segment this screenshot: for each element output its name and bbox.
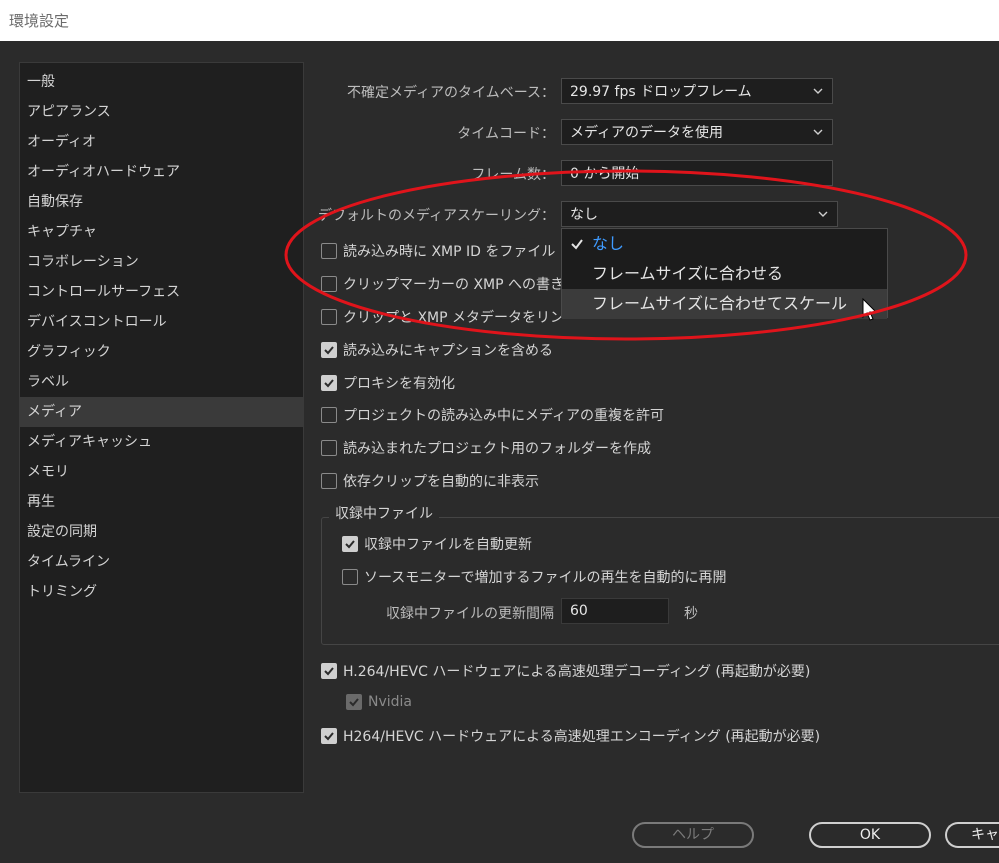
sidebar-item-control-surface[interactable]: コントロールサーフェス bbox=[20, 277, 303, 307]
frame-count-label: フレーム数： bbox=[471, 167, 555, 183]
checkbox-label: 収録中ファイルを自動更新 bbox=[364, 537, 532, 553]
sidebar-item-collaboration[interactable]: コラボレーション bbox=[20, 247, 303, 277]
chevron-down-icon bbox=[818, 211, 828, 217]
checkbox[interactable] bbox=[321, 440, 337, 456]
sidebar-item-media-cache[interactable]: メディアキャッシュ bbox=[20, 427, 303, 457]
sidebar-item-audio-hardware[interactable]: オーディオハードウェア bbox=[20, 157, 303, 187]
refresh-interval-label: 収録中ファイルの更新間隔 bbox=[386, 606, 554, 622]
checkmark-icon bbox=[324, 732, 334, 741]
sidebar-item-trimming[interactable]: トリミング bbox=[20, 577, 303, 607]
checkbox-label: ソースモニターで増加するファイルの再生を自動的に再開 bbox=[364, 570, 727, 586]
checkmark-icon bbox=[324, 667, 334, 676]
sidebar-item-audio[interactable]: オーディオ bbox=[20, 127, 303, 157]
chevron-down-icon bbox=[813, 88, 823, 94]
sidebar-item-auto-save[interactable]: 自動保存 bbox=[20, 187, 303, 217]
refresh-interval-input[interactable]: 60 bbox=[561, 598, 669, 624]
allow-duplicate-media-checkbox-row[interactable]: プロジェクトの読み込み中にメディアの重複を許可 bbox=[321, 405, 664, 425]
hw-encode-checkbox-row[interactable]: H264/HEVC ハードウェアによる高速処理エンコーディング (再起動が必要) bbox=[321, 726, 820, 746]
nvidia-checkbox-row: Nvidia bbox=[346, 694, 412, 710]
sidebar-item-memory[interactable]: メモリ bbox=[20, 457, 303, 487]
checkmark-icon bbox=[324, 379, 334, 388]
checkmark-icon bbox=[349, 698, 359, 707]
checkbox[interactable] bbox=[321, 663, 337, 679]
checkbox bbox=[346, 694, 362, 710]
sidebar-item-labels[interactable]: ラベル bbox=[20, 367, 303, 397]
checkbox-label: 読み込み時に XMP ID をファイル bbox=[343, 244, 556, 260]
clip-xmp-link-checkbox-row[interactable]: クリップと XMP メタデータをリン bbox=[321, 307, 564, 327]
checkbox[interactable] bbox=[321, 728, 337, 744]
checkbox-label: 依存クリップを自動的に非表示 bbox=[343, 474, 539, 490]
scaling-label: デフォルトのメディアスケーリング： bbox=[317, 208, 555, 224]
checkbox[interactable] bbox=[321, 473, 337, 489]
xmp-id-checkbox-row[interactable]: 読み込み時に XMP ID をファイル bbox=[321, 241, 555, 261]
hide-dependent-clips-checkbox-row[interactable]: 依存クリップを自動的に非表示 bbox=[321, 471, 539, 491]
option-label: フレームサイズに合わせてスケール bbox=[592, 294, 848, 313]
checkmark-icon bbox=[324, 346, 334, 355]
sidebar-item-general[interactable]: 一般 bbox=[20, 67, 303, 97]
scaling-option-scale-frame[interactable]: フレームサイズに合わせてスケール bbox=[562, 289, 887, 319]
sidebar-item-capture[interactable]: キャプチャ bbox=[20, 217, 303, 247]
option-label: なし bbox=[592, 234, 625, 253]
hw-decode-checkbox-row[interactable]: H.264/HEVC ハードウェアによる高速処理デコーディング (再起動が必要) bbox=[321, 661, 810, 681]
auto-refresh-checkbox-row[interactable]: 収録中ファイルを自動更新 bbox=[342, 534, 532, 554]
checkbox-label: 読み込みにキャプションを含める bbox=[343, 343, 553, 359]
scaling-dropdown-menu: なし フレームサイズに合わせる フレームサイズに合わせてスケール bbox=[561, 228, 888, 319]
checkbox-label: Nvidia bbox=[368, 694, 413, 710]
sidebar-item-graphics[interactable]: グラフィック bbox=[20, 337, 303, 367]
scaling-option-none[interactable]: なし bbox=[562, 229, 887, 259]
checkbox-label: プロジェクトの読み込み中にメディアの重複を許可 bbox=[343, 408, 665, 424]
clip-marker-xmp-checkbox-row[interactable]: クリップマーカーの XMP への書き bbox=[321, 274, 564, 294]
checkbox[interactable] bbox=[321, 407, 337, 423]
checkbox[interactable] bbox=[321, 375, 337, 391]
checkbox[interactable] bbox=[342, 536, 358, 552]
cancel-button[interactable]: キャ bbox=[945, 822, 999, 848]
timebase-value: 29.97 fps ドロップフレーム bbox=[570, 84, 752, 100]
sidebar-item-timeline[interactable]: タイムライン bbox=[20, 547, 303, 577]
mouse-cursor-icon bbox=[862, 298, 878, 321]
checkbox-label: H264/HEVC ハードウェアによる高速処理エンコーディング (再起動が必要) bbox=[343, 729, 821, 745]
frame-count-value: 0 から開始 bbox=[570, 166, 640, 182]
timecode-label: タイムコード： bbox=[457, 126, 555, 142]
checkbox-label: クリップと XMP メタデータをリン bbox=[343, 310, 565, 326]
checkbox[interactable] bbox=[321, 309, 337, 325]
include-captions-checkbox-row[interactable]: 読み込みにキャプションを含める bbox=[321, 340, 553, 360]
option-label: フレームサイズに合わせる bbox=[592, 264, 784, 283]
sidebar-item-media[interactable]: メディア bbox=[20, 397, 303, 427]
scaling-value: なし bbox=[570, 207, 598, 223]
refresh-interval-unit: 秒 bbox=[684, 606, 698, 622]
sidebar-item-sync-settings[interactable]: 設定の同期 bbox=[20, 517, 303, 547]
checkmark-icon bbox=[345, 540, 355, 549]
frame-count-select[interactable]: 0 から開始 bbox=[561, 160, 833, 186]
checkbox[interactable] bbox=[321, 243, 337, 259]
timecode-select[interactable]: メディアのデータを使用 bbox=[561, 119, 833, 145]
resume-playback-checkbox-row[interactable]: ソースモニターで増加するファイルの再生を自動的に再開 bbox=[342, 567, 726, 587]
checkbox[interactable] bbox=[321, 276, 337, 292]
timebase-label: 不確定メディアのタイムベース： bbox=[346, 85, 555, 101]
timebase-select[interactable]: 29.97 fps ドロップフレーム bbox=[561, 78, 833, 104]
chevron-down-icon bbox=[813, 129, 823, 135]
window-title: 環境設定 bbox=[9, 12, 70, 30]
help-button[interactable]: ヘルプ bbox=[632, 822, 754, 848]
sidebar-item-device-control[interactable]: デバイスコントロール bbox=[20, 307, 303, 337]
scaling-option-fit-frame[interactable]: フレームサイズに合わせる bbox=[562, 259, 887, 289]
checkbox-label: 読み込まれたプロジェクト用のフォルダーを作成 bbox=[343, 441, 651, 457]
sidebar-item-appearance[interactable]: アピアランス bbox=[20, 97, 303, 127]
checkbox-label: H.264/HEVC ハードウェアによる高速処理デコーディング (再起動が必要) bbox=[343, 664, 811, 680]
checkbox-label: クリップマーカーの XMP への書き bbox=[343, 277, 565, 293]
checkmark-icon bbox=[571, 239, 583, 250]
window-titlebar: 環境設定 bbox=[0, 0, 999, 41]
enable-proxies-checkbox-row[interactable]: プロキシを有効化 bbox=[321, 373, 455, 393]
sidebar-item-playback[interactable]: 再生 bbox=[20, 487, 303, 517]
checkbox[interactable] bbox=[321, 342, 337, 358]
create-folder-checkbox-row[interactable]: 読み込まれたプロジェクト用のフォルダーを作成 bbox=[321, 438, 651, 458]
ok-button[interactable]: OK bbox=[809, 822, 931, 848]
scaling-select[interactable]: なし bbox=[561, 201, 838, 227]
checkbox-label: プロキシを有効化 bbox=[343, 376, 455, 392]
preferences-sidebar: 一般 アピアランス オーディオ オーディオハードウェア 自動保存 キャプチャ コ… bbox=[19, 62, 304, 793]
checkbox[interactable] bbox=[342, 569, 358, 585]
growing-files-title: 収録中ファイル bbox=[329, 503, 439, 523]
timecode-value: メディアのデータを使用 bbox=[570, 125, 724, 141]
